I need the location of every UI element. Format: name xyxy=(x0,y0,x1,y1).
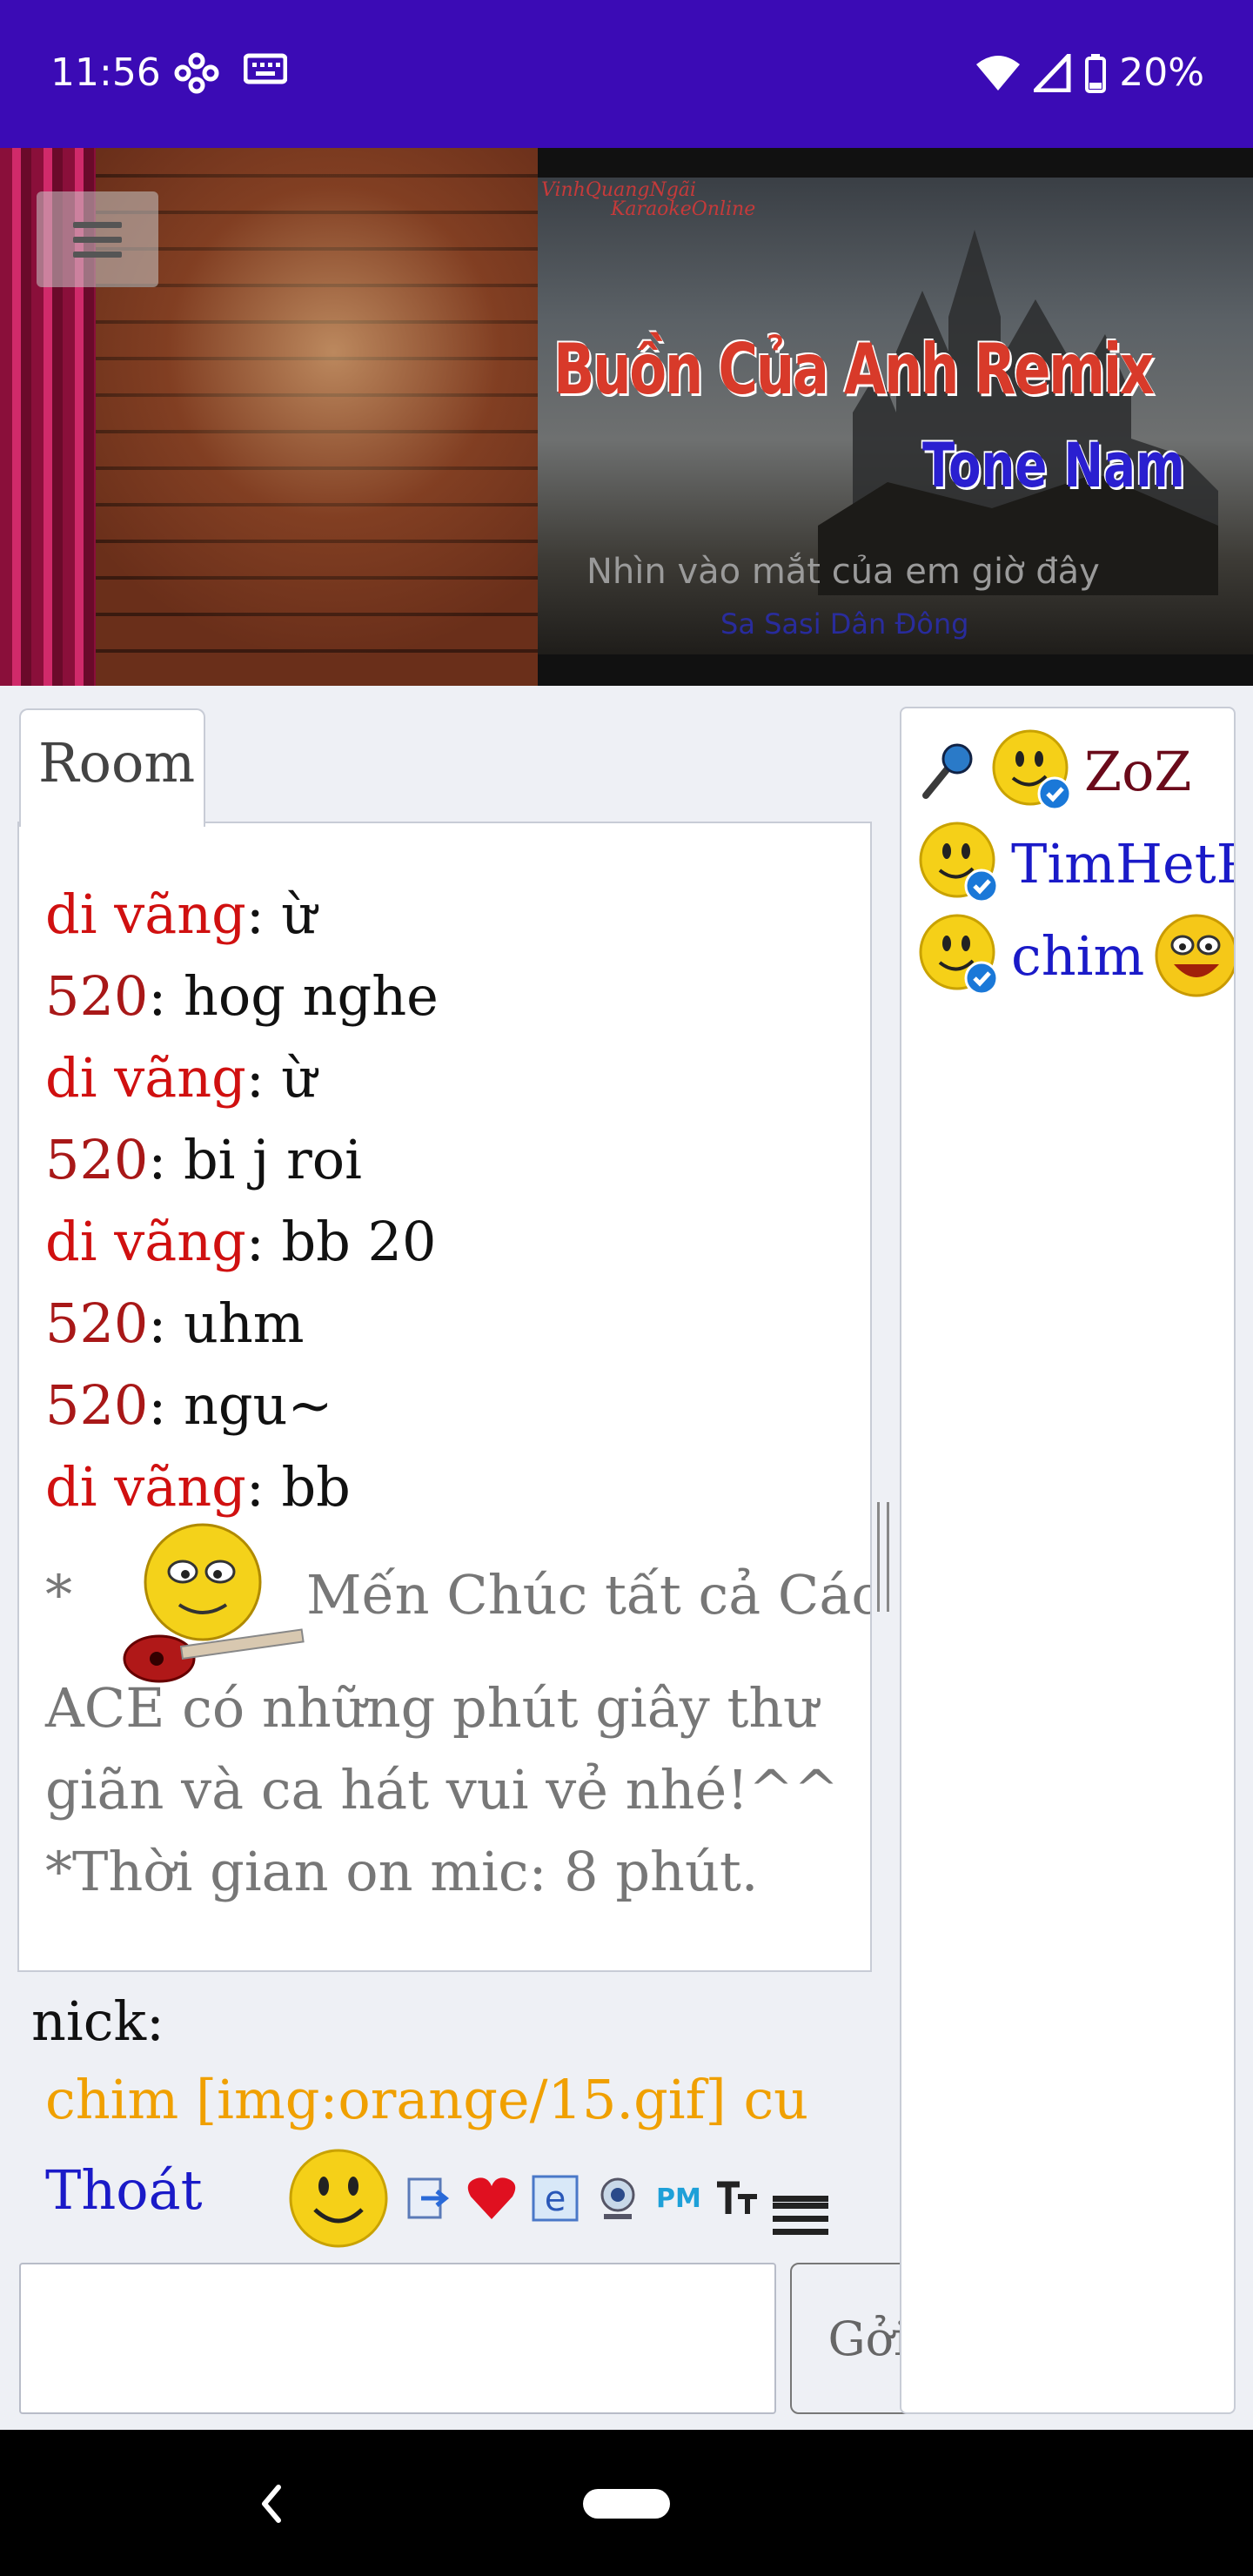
lyric-subline: Sa Sasi Dân Đông xyxy=(720,607,969,641)
tab-room[interactable]: Room xyxy=(19,708,205,827)
nick-label: nick: xyxy=(31,1989,164,2053)
message-text: : ngu~ xyxy=(148,1373,333,1437)
panel-resize-handle[interactable] xyxy=(877,1502,889,1612)
user-item[interactable]: TimHetP xyxy=(914,818,1234,909)
room-topic: * Mến Chúc tất cả Các ACE có những phút … xyxy=(45,1519,870,1913)
chat-message: 520: bi j roi xyxy=(45,1119,439,1201)
message-text: : bb xyxy=(245,1455,351,1519)
verified-smiley-icon xyxy=(919,914,999,996)
keyboard-icon xyxy=(244,53,287,84)
chat-message: 520: hog nghe xyxy=(45,956,439,1037)
send-file-button[interactable] xyxy=(404,2174,452,2223)
chat-message: 520: uhm xyxy=(45,1283,439,1365)
system-nav-bar xyxy=(0,2430,1253,2576)
home-pill[interactable] xyxy=(583,2489,670,2519)
status-bar: 11:56 20% xyxy=(0,0,1253,148)
chat-line-partial xyxy=(45,823,439,874)
text-size-icon xyxy=(716,2181,757,2214)
header-banner: VinhQuangNgãi KaraokeOnline Buồn Của Anh… xyxy=(0,148,1253,686)
file-send-icon xyxy=(407,2177,450,2219)
chat-message: di vãng: bb xyxy=(45,1446,439,1528)
wifi-icon xyxy=(976,55,1021,91)
topic-line: giãn và ca hát vui vẻ nhé!^^ xyxy=(45,1758,840,1821)
chat-message: di vãng: bb 20 xyxy=(45,1201,439,1283)
topic-line: *Thời gian on mic: 8 phút. xyxy=(45,1840,759,1903)
message-input[interactable] xyxy=(19,2263,776,2414)
message-text: : bb 20 xyxy=(245,1210,437,1273)
text-format-button[interactable] xyxy=(715,2179,759,2217)
video-logo: VinhQuangNgãi KaraokeOnline xyxy=(541,179,756,220)
message-nick[interactable]: 520 xyxy=(45,1128,148,1191)
message-nick[interactable]: di vãng xyxy=(45,1046,246,1110)
message-nick[interactable]: 520 xyxy=(45,1291,148,1355)
user-name[interactable]: chim xyxy=(1011,924,1144,988)
battery-icon xyxy=(1085,53,1107,93)
microphone-icon xyxy=(922,743,973,799)
message-nick[interactable]: 520 xyxy=(45,1373,148,1437)
webcam-button[interactable] xyxy=(593,2174,642,2223)
status-right: 20% xyxy=(975,50,1204,95)
guitar-smiley-icon xyxy=(123,1523,305,1683)
message-text: : hog nghe xyxy=(148,964,439,1028)
chat-message: di vãng: ừ xyxy=(45,1037,439,1119)
status-time: 11:56 xyxy=(50,50,161,95)
chat-message: di vãng: ừ xyxy=(45,874,439,956)
user-item[interactable]: chim xyxy=(914,910,1234,1001)
smiley-icon xyxy=(289,2149,388,2248)
topic-star: * xyxy=(45,1563,72,1627)
cell-signal-icon xyxy=(1034,53,1071,92)
back-icon[interactable] xyxy=(252,2473,287,2534)
user-list: ZoZ TimHetP chim xyxy=(900,707,1236,2414)
lyric-line: Nhìn vào mắt của em giờ đây xyxy=(586,552,1100,592)
verified-smiley-icon xyxy=(919,822,999,903)
heart-icon xyxy=(467,2177,516,2219)
emoticon-e-button[interactable]: e xyxy=(531,2174,580,2223)
message-nick[interactable]: di vãng xyxy=(45,1210,246,1273)
song-tone: Tone Nam xyxy=(922,430,1185,501)
e-box-icon: e xyxy=(532,2175,579,2222)
song-title: Buồn Của Anh Remix xyxy=(553,329,1155,410)
chat-toolbar: e PM xyxy=(287,2144,828,2252)
chat-box[interactable]: di vãng: ừ 520: hog nghe di vãng: ừ 520:… xyxy=(17,822,872,1972)
webcam-icon xyxy=(600,2177,635,2219)
nick-value[interactable]: chim [img:orange/15.gif] cu xyxy=(45,2068,808,2131)
topic-line: Mến Chúc tất cả Các xyxy=(306,1563,872,1627)
game-controller-icon xyxy=(174,52,219,94)
message-nick[interactable]: 520 xyxy=(45,964,148,1028)
message-nick[interactable]: di vãng xyxy=(45,1455,246,1519)
message-text: : ừ xyxy=(245,882,317,946)
verified-smiley-icon xyxy=(992,729,1072,811)
heart-button[interactable] xyxy=(466,2176,517,2221)
user-name[interactable]: TimHetP xyxy=(1011,832,1234,896)
user-item[interactable]: ZoZ xyxy=(914,726,1192,816)
more-menu-icon[interactable] xyxy=(772,2189,828,2235)
smiley-button[interactable] xyxy=(287,2147,390,2250)
message-text: : uhm xyxy=(148,1291,305,1355)
message-text: : bi j roi xyxy=(148,1128,362,1191)
karaoke-video[interactable]: VinhQuangNgãi KaraokeOnline Buồn Của Anh… xyxy=(538,178,1253,654)
logout-link[interactable]: Thoát xyxy=(45,2158,203,2222)
user-name[interactable]: ZoZ xyxy=(1084,740,1192,803)
chat-messages: di vãng: ừ 520: hog nghe di vãng: ừ 520:… xyxy=(45,823,439,1528)
laughing-smiley-icon xyxy=(1155,914,1234,997)
private-message-button[interactable]: PM xyxy=(656,2184,701,2214)
battery-percent: 20% xyxy=(1119,50,1204,95)
chat-message: 520: ngu~ xyxy=(45,1365,439,1446)
menu-button[interactable] xyxy=(37,191,158,287)
message-text: : ừ xyxy=(245,1046,317,1110)
svg-text:e: e xyxy=(545,2179,566,2219)
message-nick[interactable]: di vãng xyxy=(45,882,246,946)
